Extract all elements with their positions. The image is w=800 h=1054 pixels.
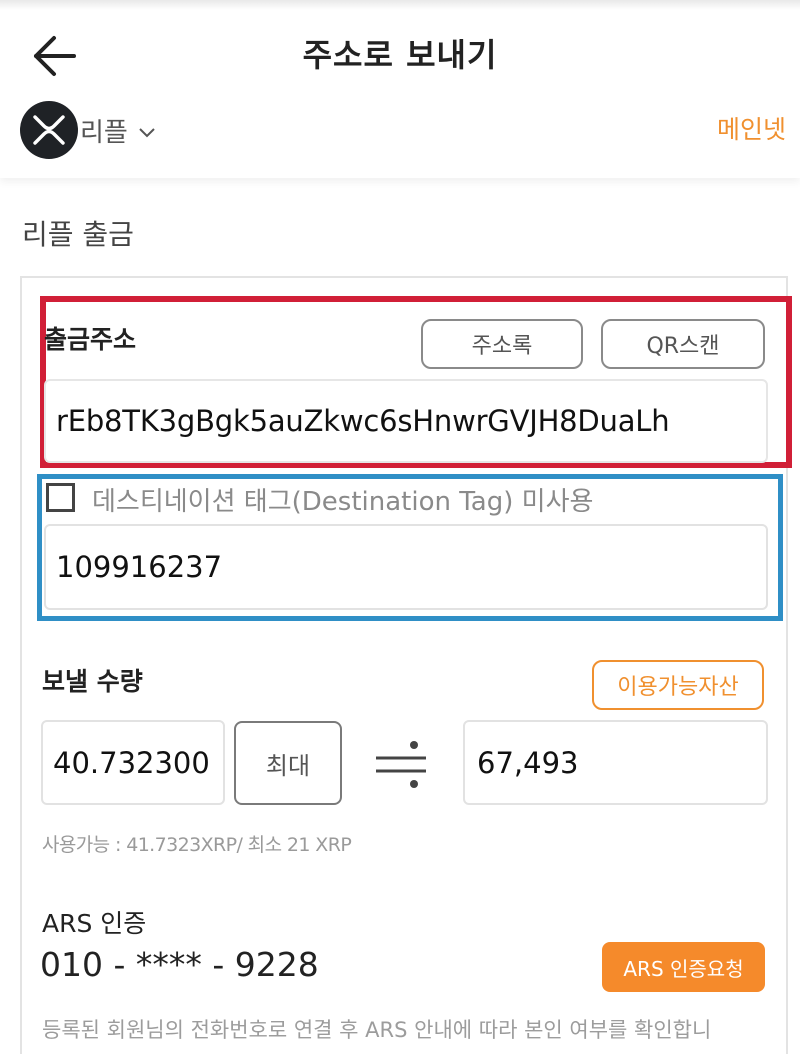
send-amount-label: 보낼 수량 [42, 667, 143, 696]
ars-description: 등록된 회원님의 전화번호로 연결 후 ARS 안내에 따라 본인 여부를 확인… [42, 1018, 712, 1042]
amount-input[interactable]: 40.732300 [41, 720, 225, 805]
address-book-button[interactable]: 주소록 [421, 319, 583, 369]
page-title: 주소로 보내기 [302, 36, 498, 74]
withdraw-address-input[interactable]: rEb8TK3gBgk5auZkwc6sHnwrGVJH8DuaLh [44, 379, 768, 463]
destination-tag-value: 109916237 [56, 550, 223, 584]
converted-amount-field[interactable]: 67,493 [463, 720, 768, 805]
qr-scan-button[interactable]: QR스캔 [601, 319, 765, 369]
coin-name: 리플 [80, 117, 128, 148]
phone-number: 010 - **** - 9228 [40, 945, 319, 984]
xrp-logo-icon [20, 101, 78, 159]
ars-request-button[interactable]: ARS 인증요청 [602, 942, 765, 992]
available-balance-info: 사용가능 : 41.7323XRP/ 최소 21 XRP [42, 834, 352, 856]
withdraw-address-value: rEb8TK3gBgk5auZkwc6sHnwrGVJH8DuaLh [56, 404, 670, 438]
withdraw-address-label: 출금주소 [44, 325, 137, 354]
section-title: 리플 출금 [22, 218, 134, 251]
destination-tag-input[interactable]: 109916237 [44, 524, 768, 610]
available-assets-button[interactable]: 이용가능자산 [592, 660, 764, 710]
max-button[interactable]: 최대 [234, 721, 342, 805]
approximately-equal-icon [376, 741, 426, 788]
ars-title: ARS 인증 [42, 909, 147, 938]
network-label[interactable]: 메인넷 [717, 110, 786, 146]
destination-tag-checkbox-label[interactable]: 데스티네이션 태그(Destination Tag) 미사용 [92, 481, 593, 518]
coin-selector[interactable]: 리플 [20, 100, 156, 160]
status-bar-shade [0, 0, 800, 10]
app-header: 주소로 보내기 리플 메인넷 [0, 0, 800, 178]
destination-tag-checkbox[interactable] [46, 483, 75, 512]
amount-value: 40.732300 [53, 745, 210, 780]
chevron-down-icon [139, 128, 155, 138]
converted-amount-value: 67,493 [477, 745, 579, 780]
